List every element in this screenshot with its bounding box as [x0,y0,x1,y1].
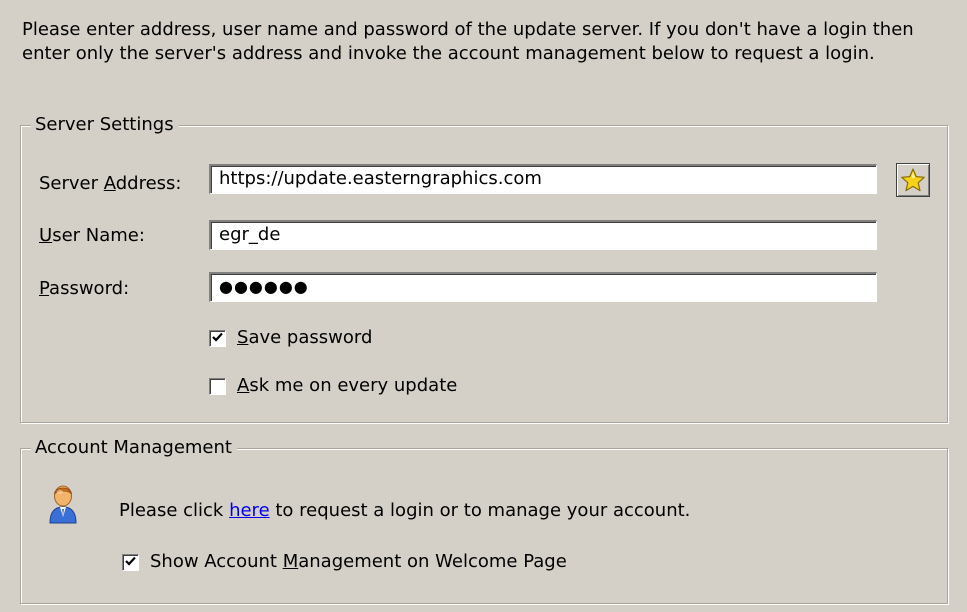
show-on-welcome-checkbox-row[interactable]: Show Account Management on Welcome Page [122,550,567,574]
ask-every-update-checkbox[interactable] [209,377,226,395]
save-password-checkbox-row[interactable]: Save password [209,326,372,350]
password-label: Password: [39,278,130,299]
save-password-checkbox[interactable] [209,329,226,347]
account-management-text: Please click here to request a login or … [119,500,691,521]
server-settings-title: Server Settings [31,113,179,137]
server-address-label: Server Address: [39,173,182,194]
checkmark-icon [212,332,223,342]
show-on-welcome-checkbox[interactable] [122,553,139,571]
ask-every-update-label: Ask me on every update [237,375,458,396]
user-name-label: User Name: [39,225,145,246]
server-address-input[interactable]: https://update.easterngraphics.com [209,164,877,194]
user-name-input[interactable]: egr_de [209,220,877,250]
checkmark-icon [125,556,136,566]
ask-every-update-checkbox-row[interactable]: Ask me on every update [209,374,457,398]
instructions-text: Please enter address, user name and pass… [22,19,914,64]
favorites-button[interactable] [896,163,930,197]
account-management-title: Account Management [31,436,237,460]
account-management-group: Account Management Please click here to … [20,436,948,604]
password-input[interactable]: ●●●●●● [209,272,877,302]
server-settings-group: Server Settings Server Address: https://… [20,113,948,423]
here-link[interactable]: here [229,500,270,521]
star-icon [901,168,925,192]
show-on-welcome-label: Show Account Management on Welcome Page [150,551,567,572]
save-password-label: Save password [237,327,373,348]
user-icon [49,485,77,524]
